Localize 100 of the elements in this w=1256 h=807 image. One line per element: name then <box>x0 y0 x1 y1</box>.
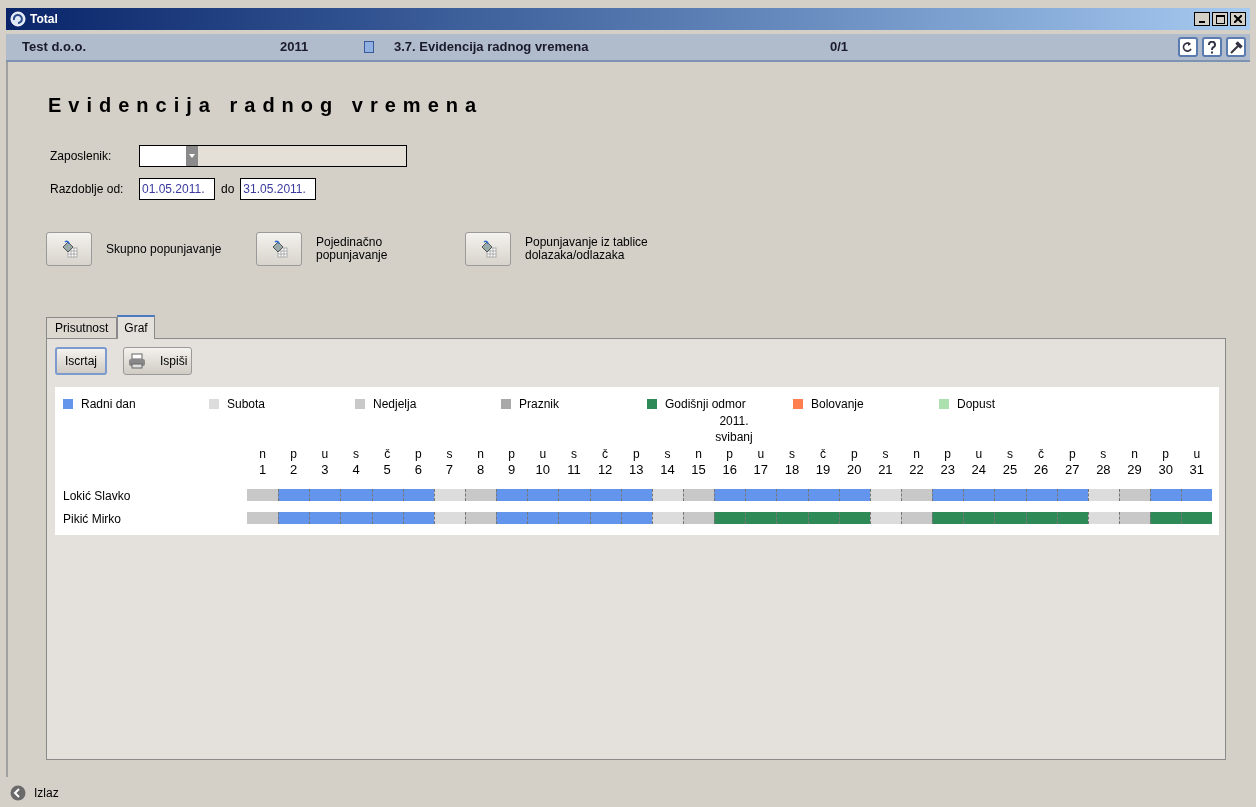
weekday-label: s <box>446 447 453 462</box>
day-number: 9 <box>508 462 516 477</box>
day-number: 3 <box>321 462 329 477</box>
weekday-label: u <box>757 447 765 462</box>
day-number: 17 <box>753 462 769 477</box>
weekday-label: s <box>664 447 671 462</box>
tab[interactable]: Graf <box>117 315 155 339</box>
module-title: 3.7. Evidencija radnog vremena <box>394 38 590 57</box>
maximize-button[interactable] <box>1212 12 1228 26</box>
day-number: 16 <box>722 462 737 477</box>
weekday-label: u <box>321 447 329 462</box>
weekday-label: č <box>1038 447 1045 462</box>
weekday-label: č <box>602 447 609 462</box>
date-from-field[interactable]: 01.05.2011. <box>139 178 215 200</box>
employee-name: Lokić Slavko <box>63 488 131 505</box>
help-button[interactable] <box>1202 37 1222 57</box>
weekday-label: n <box>913 447 920 462</box>
legend-label: Radni dan <box>81 396 136 413</box>
legend-label: Godišnji odmor <box>665 396 746 413</box>
weekday-label: s <box>1006 447 1013 462</box>
year-label: 2011 <box>280 38 310 57</box>
close-button[interactable] <box>1230 12 1246 26</box>
day-number: 26 <box>1033 462 1049 477</box>
day-number: 2 <box>290 462 298 477</box>
action-label: Skupno popunjavanje <box>106 242 222 256</box>
day-number: 13 <box>629 462 644 477</box>
help-icon <box>1207 40 1217 54</box>
weekday-label: č <box>384 447 391 462</box>
weekday-label: n <box>477 447 484 462</box>
weekday-label: s <box>882 447 889 462</box>
weekday-label: p <box>414 447 422 462</box>
day-number: 19 <box>815 462 831 477</box>
day-number: 21 <box>878 462 893 477</box>
weekday-label: u <box>539 447 547 462</box>
tools-button[interactable] <box>1226 37 1246 57</box>
period-label: Razdoblje od: <box>50 181 125 198</box>
weekday-label: p <box>632 447 640 462</box>
day-number: 10 <box>535 462 551 477</box>
legend-label: Praznik <box>519 396 559 413</box>
day-number: 14 <box>660 462 675 477</box>
day-number: 31 <box>1189 462 1204 477</box>
exit-button[interactable]: Izlaz <box>10 783 59 802</box>
legend-label: Bolovanje <box>811 396 864 413</box>
weekday-label: p <box>508 447 516 462</box>
day-number: 4 <box>352 462 360 477</box>
company-name: Test d.o.o. <box>22 38 88 57</box>
day-number: 25 <box>1002 462 1018 477</box>
employee-label: Zaposlenik: <box>50 148 113 165</box>
day-number: 15 <box>691 462 706 477</box>
weekday-label: p <box>850 447 858 462</box>
paint-bucket-icon <box>270 240 288 258</box>
paint-bucket-icon <box>479 240 497 258</box>
minimize-button[interactable] <box>1194 12 1210 26</box>
weekday-label: p <box>726 447 733 462</box>
weekday-label: u <box>975 447 983 462</box>
day-number: 7 <box>445 462 454 477</box>
day-number: 22 <box>909 462 924 477</box>
weekday-label: n <box>1131 447 1138 462</box>
record-counter: 0/1 <box>830 38 849 57</box>
weekday-label: s <box>353 447 359 462</box>
weekday-label: p <box>290 447 298 462</box>
hammer-icon <box>1229 40 1243 54</box>
day-number: 1 <box>258 462 267 477</box>
weekday-label: u <box>1193 447 1201 462</box>
year-label: 2011. <box>719 413 749 429</box>
day-number: 30 <box>1158 462 1173 477</box>
day-number: 24 <box>971 462 987 477</box>
day-number: 23 <box>940 462 955 477</box>
day-number: 8 <box>476 462 485 477</box>
close-icon <box>1234 15 1242 23</box>
paint-bucket-icon <box>60 240 78 258</box>
weekday-label: č <box>820 447 827 462</box>
module-icon <box>364 41 374 53</box>
window-title: Total <box>30 11 58 28</box>
day-number: 11 <box>567 462 581 477</box>
weekday-label: p <box>944 447 951 462</box>
weekday-label: s <box>1100 447 1107 462</box>
weekday-label: s <box>570 447 577 462</box>
print-button[interactable]: Ispiši <box>123 347 193 375</box>
printer-icon <box>128 353 146 369</box>
employee-dropdown[interactable] <box>139 145 407 167</box>
legend-label: Dopust <box>957 396 996 413</box>
action-label: Pojedinačno popunjavanje <box>316 236 388 262</box>
weekday-label: p <box>1162 447 1169 462</box>
app-logo-icon <box>10 11 26 27</box>
day-number: 5 <box>383 462 391 477</box>
weekday-label: p <box>1068 447 1076 462</box>
draw-button[interactable]: Iscrtaj <box>55 347 107 375</box>
legend-label: Subota <box>227 396 266 413</box>
day-number: 6 <box>414 462 422 477</box>
date-to-field[interactable]: 31.05.2011. <box>240 178 317 200</box>
day-number: 12 <box>597 462 613 477</box>
day-number: 18 <box>784 462 800 477</box>
tab[interactable]: Prisutnost <box>46 317 118 338</box>
day-number: 27 <box>1065 462 1080 477</box>
weekday-label: n <box>695 447 702 462</box>
day-number: 29 <box>1127 462 1142 477</box>
action-label: Popunjavanje iz tablice dolazaka/odlazaka <box>525 236 648 262</box>
period-to-label: do <box>221 181 235 198</box>
refresh-button[interactable] <box>1178 37 1198 57</box>
